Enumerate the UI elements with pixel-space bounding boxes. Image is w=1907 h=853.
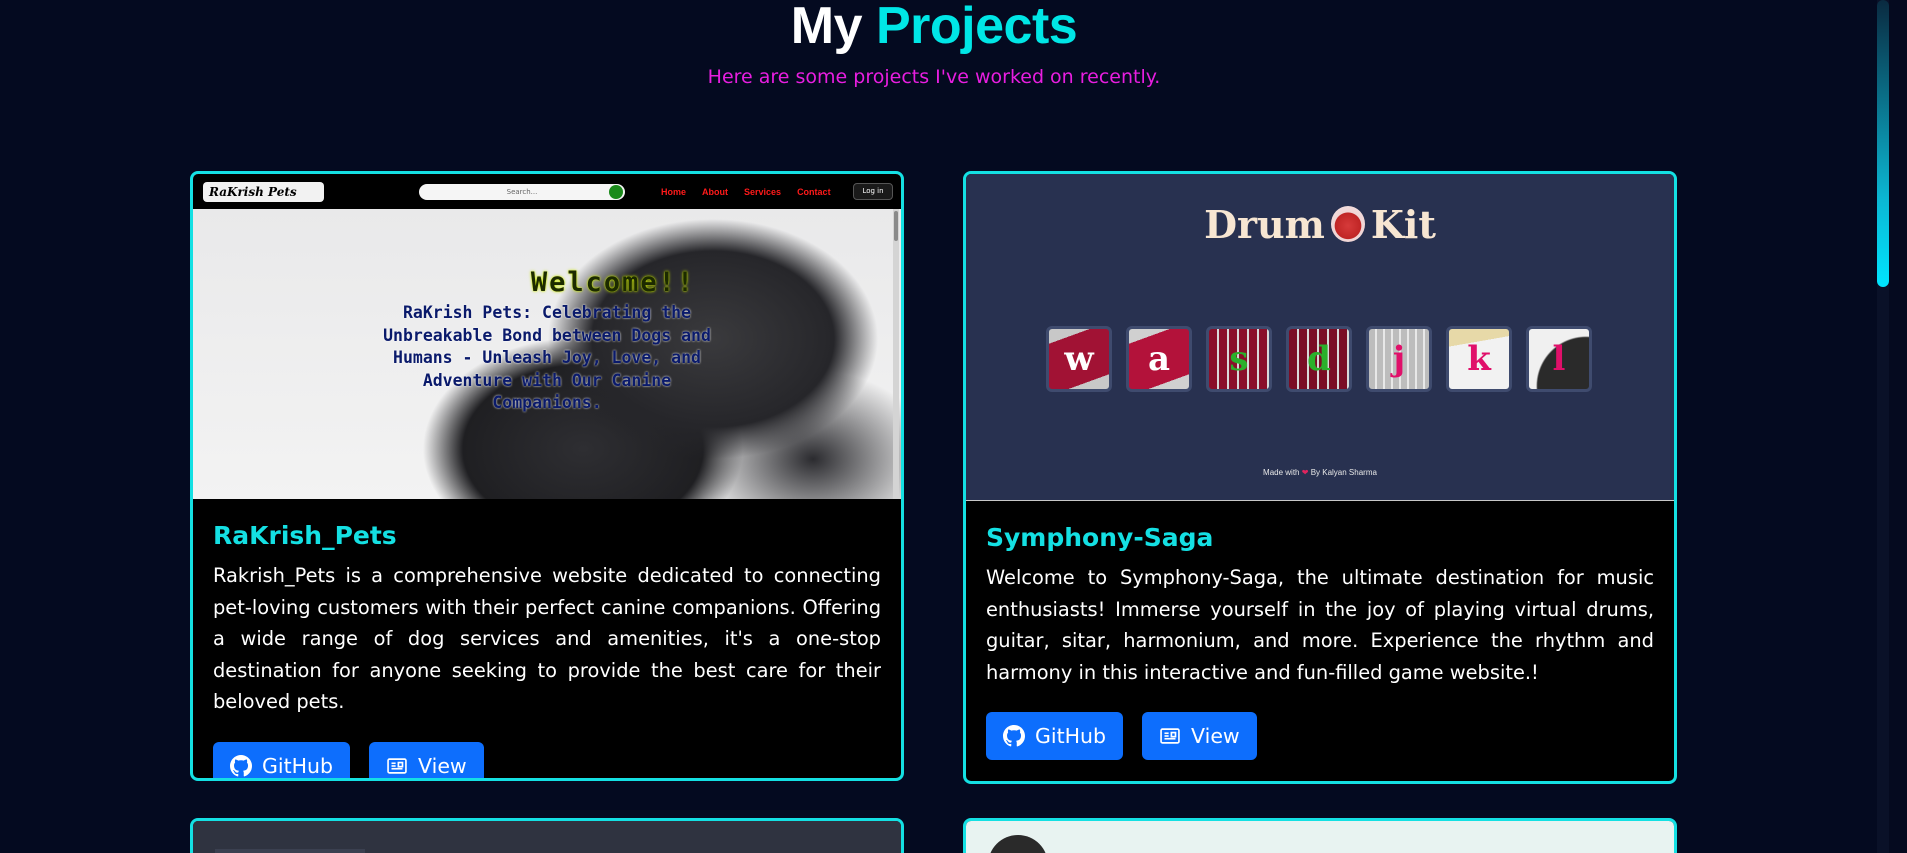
drum-key: d	[1286, 326, 1352, 392]
view-button-label: View	[418, 753, 467, 778]
project-preview-image: Drum Kit w a s d j k l Made with ❤ By Kal…	[966, 174, 1674, 501]
drum-key-letter: l	[1552, 339, 1566, 379]
preview-nav-links: Home About Services Contact	[661, 174, 831, 209]
heart-icon: ❤	[1301, 468, 1309, 477]
drum-key-letter: a	[1147, 339, 1171, 379]
github-icon	[1003, 725, 1025, 747]
drum-key-letter: w	[1064, 339, 1094, 379]
preview-footer-suffix: By Kalyan Sharma	[1310, 468, 1377, 477]
drum-key: w	[1046, 326, 1112, 392]
project-preview-image	[193, 821, 901, 853]
preview-scrollbar	[893, 209, 899, 499]
page-subtitle: Here are some projects I've worked on re…	[707, 66, 1161, 88]
project-title: RaKrish_Pets	[213, 521, 397, 550]
preview-drum-kit-title: Drum Kit	[966, 202, 1674, 247]
drum-key-letter: d	[1307, 339, 1331, 379]
project-preview-image: RaKrish Pets Search... Home About Servic…	[193, 174, 901, 499]
card-body: Symphony-Saga Welcome to Symphony-Saga, …	[966, 523, 1674, 761]
preview-title-left: Drum	[1204, 202, 1325, 247]
drum-key: j	[1366, 326, 1432, 392]
preview-footer: Made with ❤ By Kalyan Sharma	[966, 468, 1674, 477]
github-button-label: GitHub	[262, 753, 334, 778]
page: My Projects Here are some projects I've …	[0, 0, 1888, 853]
drum-key-letter: k	[1467, 339, 1491, 379]
preview-search-icon	[609, 185, 623, 199]
project-description: Welcome to Symphony-Saga, the ultimate d…	[986, 566, 1654, 684]
preview-nav-item: Contact	[797, 186, 831, 197]
preview-logo: RaKrish Pets	[203, 182, 324, 202]
page-title-accent: Projects	[875, 0, 1078, 55]
drum-key: k	[1446, 326, 1512, 392]
preview-title-right: Kit	[1370, 202, 1436, 247]
preview-drum-keys: w a s d j k l	[1046, 326, 1592, 392]
view-button-label: View	[1191, 724, 1240, 749]
drum-key: a	[1126, 326, 1192, 392]
newspaper-icon	[1160, 728, 1180, 745]
project-actions: GitHub View	[213, 741, 881, 778]
project-card-partial	[190, 818, 904, 853]
github-button[interactable]: GitHub	[986, 712, 1124, 761]
project-preview-image	[966, 821, 1674, 853]
preview-login-button: Log in	[853, 183, 893, 200]
card-body: RaKrish_Pets Rakrish_Pets is a comprehen…	[193, 521, 901, 778]
preview-navbar: RaKrish Pets Search... Home About Servic…	[193, 174, 901, 209]
project-card-symphony-saga: Drum Kit w a s d j k l Made with ❤ By Kal…	[963, 171, 1677, 784]
avatar	[988, 835, 1048, 853]
drum-key-letter: s	[1229, 339, 1249, 379]
view-button[interactable]: View	[1142, 712, 1257, 761]
drum-icon	[1330, 206, 1365, 242]
drum-key: s	[1206, 326, 1272, 392]
project-actions: GitHub View	[986, 712, 1654, 761]
project-card-rakrish-pets: RaKrish Pets Search... Home About Servic…	[190, 171, 904, 781]
page-scrollbar-thumb[interactable]	[1877, 0, 1889, 287]
preview-nav-item: Home	[661, 186, 687, 197]
preview-nav-item: Services	[744, 186, 782, 197]
drum-key: l	[1526, 326, 1592, 392]
preview-nav-item: About	[702, 186, 729, 197]
project-description: Rakrish_Pets is a comprehensive website …	[213, 564, 881, 714]
project-title: Symphony-Saga	[986, 523, 1214, 552]
project-card-partial	[963, 818, 1677, 853]
github-icon	[230, 754, 252, 777]
preview-welcome-text: Welcome!!	[530, 267, 696, 298]
preview-search-input: Search...	[419, 184, 625, 200]
github-button[interactable]: GitHub	[213, 741, 351, 778]
preview-footer-prefix: Made with	[1263, 468, 1300, 477]
preview-tagline: RaKrish Pets: Celebrating the Unbreakabl…	[383, 303, 711, 412]
page-title-plain: My	[790, 0, 863, 55]
drum-key-letter: j	[1392, 339, 1406, 379]
view-button[interactable]: View	[369, 741, 484, 778]
github-button-label: GitHub	[1035, 724, 1107, 749]
page-title: My Projects	[0, 0, 1868, 56]
newspaper-icon	[387, 758, 407, 774]
